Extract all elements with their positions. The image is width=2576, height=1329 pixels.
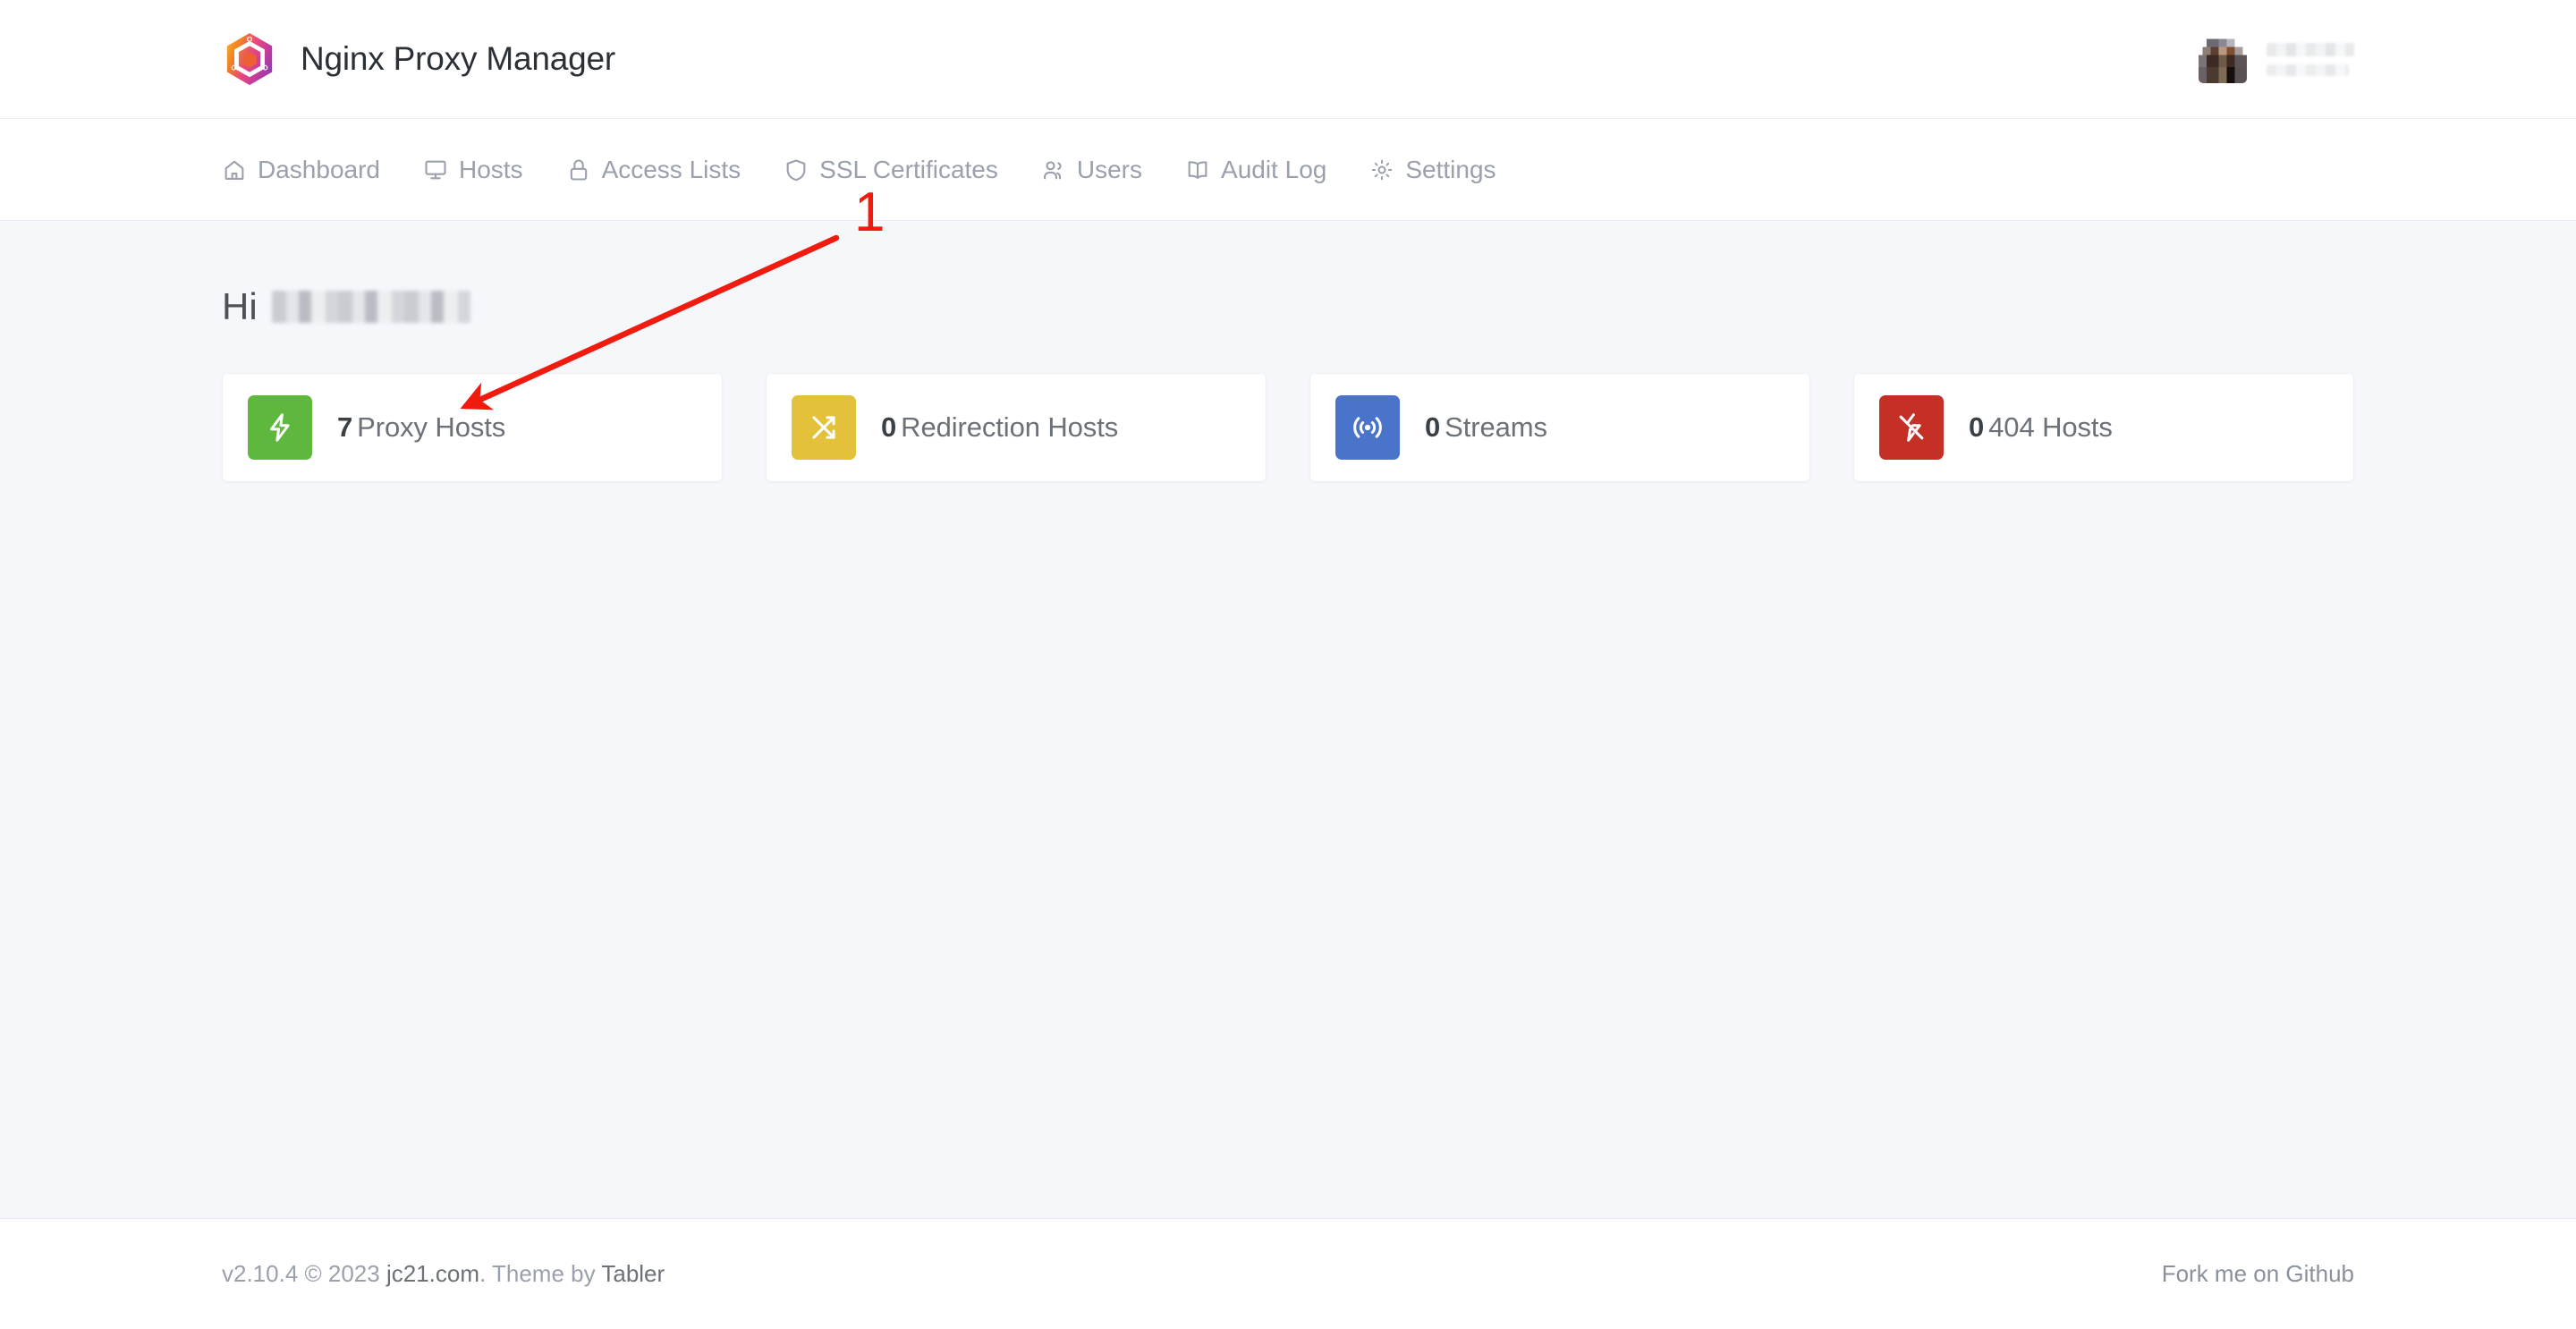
shield-icon: [786, 158, 806, 181]
navigation-inner: Dashboard Hosts Access Lists SSL Certifi…: [0, 156, 2576, 184]
bolt-icon: [269, 413, 290, 442]
user-identity: [2267, 42, 2354, 76]
nav-item-dashboard-label: Dashboard: [258, 155, 380, 183]
gear-icon: [1372, 159, 1393, 180]
main-navigation: Dashboard Hosts Access Lists SSL Certifi…: [0, 119, 2576, 221]
redirection-hosts-icon-tile: [792, 395, 856, 460]
nav-item-users-label: Users: [1076, 155, 1143, 183]
footer-theme-link[interactable]: Tabler: [601, 1260, 665, 1287]
nav-item-audit-log[interactable]: Audit Log: [1185, 156, 1326, 184]
not-found-hosts-icon-tile: [1879, 395, 1944, 460]
redirection-hosts-label: 0 Redirection Hosts: [881, 411, 1118, 444]
app-footer: v2.10.4 © 2023 jc21.com. Theme by Tabler…: [0, 1218, 2576, 1329]
greeting: Hi: [222, 221, 2354, 326]
nav-item-settings[interactable]: Settings: [1369, 156, 1496, 184]
stat-card-proxy-hosts[interactable]: 7 Proxy Hosts: [222, 373, 723, 482]
brand-title: Nginx Proxy Manager: [301, 40, 615, 77]
nav-item-users[interactable]: Users: [1041, 156, 1142, 184]
stat-card-404-hosts[interactable]: 0 404 Hosts: [1853, 373, 2354, 482]
user-menu[interactable]: [2199, 35, 2354, 83]
bolt-off-icon: [1899, 413, 1924, 442]
nav-item-settings-label: Settings: [1405, 155, 1496, 183]
proxy-hosts-label: 7 Proxy Hosts: [337, 411, 505, 444]
lock-icon: [570, 159, 587, 181]
user-name-redacted: [2267, 42, 2354, 56]
footer-copyright: v2.10.4 © 2023 jc21.com. Theme by Tabler: [222, 1260, 665, 1288]
broadcast-icon: [1353, 417, 1382, 438]
redirection-hosts-count: 0: [881, 411, 897, 443]
streams-count: 0: [1425, 411, 1441, 443]
user-avatar-photo: [2199, 35, 2247, 83]
footer-version-text: v2.10.4 © 2023: [222, 1260, 386, 1287]
main-content: Hi 7 Proxy Hosts 0 Redirection Hosts 0 S…: [0, 221, 2576, 1218]
header-inner: Nginx Proxy Manager: [0, 31, 2576, 87]
app-header: Nginx Proxy Manager: [0, 0, 2576, 119]
dashboard-page: Nginx Proxy Manager Dashboard Hosts Acce…: [0, 0, 2576, 1329]
not-found-hosts-title: 404 Hosts: [1988, 411, 2113, 443]
nav-item-audit-log-label: Audit Log: [1221, 155, 1327, 183]
greeting-prefix: Hi: [222, 285, 258, 327]
nginx-proxy-manager-hexagon-logo: [226, 32, 273, 86]
nav-item-access-lists-label: Access Lists: [601, 155, 741, 183]
nav-item-dashboard[interactable]: Dashboard: [222, 156, 380, 184]
footer-inner: v2.10.4 © 2023 jc21.com. Theme by Tabler…: [0, 1260, 2576, 1288]
not-found-hosts-count: 0: [1969, 411, 1985, 443]
brand-link[interactable]: Nginx Proxy Manager: [222, 31, 615, 87]
footer-site-link[interactable]: jc21.com: [386, 1260, 479, 1287]
streams-label: 0 Streams: [1425, 411, 1547, 444]
redirection-hosts-title: Redirection Hosts: [901, 411, 1119, 443]
monitor-icon: [425, 160, 446, 179]
stat-card-list: 7 Proxy Hosts 0 Redirection Hosts 0 Stre…: [222, 373, 2354, 482]
book-icon: [1188, 160, 1208, 179]
nav-item-access-lists[interactable]: Access Lists: [566, 156, 741, 184]
nav-item-ssl-certificates[interactable]: SSL Certificates: [784, 156, 998, 184]
users-icon: [1043, 160, 1062, 179]
shuffle-arrows-icon: [812, 416, 835, 439]
home-icon: [225, 160, 244, 180]
user-role-redacted: [2267, 63, 2349, 76]
stat-card-streams[interactable]: 0 Streams: [1309, 373, 1810, 482]
proxy-hosts-icon-tile: [248, 395, 312, 460]
stat-card-redirection-hosts[interactable]: 0 Redirection Hosts: [766, 373, 1267, 482]
not-found-hosts-label: 0 404 Hosts: [1969, 411, 2113, 444]
proxy-hosts-title: Proxy Hosts: [357, 411, 506, 443]
nav-item-hosts-label: Hosts: [458, 155, 523, 183]
greeting-name-redacted: [271, 291, 470, 323]
footer-theme-text: . Theme by: [479, 1260, 602, 1287]
streams-icon-tile: [1335, 395, 1400, 460]
footer-github-link[interactable]: Fork me on Github: [2162, 1260, 2354, 1288]
proxy-hosts-count: 7: [337, 411, 353, 443]
nav-item-ssl-certificates-label: SSL Certificates: [819, 155, 998, 183]
streams-title: Streams: [1445, 411, 1547, 443]
nav-item-hosts[interactable]: Hosts: [423, 156, 523, 184]
